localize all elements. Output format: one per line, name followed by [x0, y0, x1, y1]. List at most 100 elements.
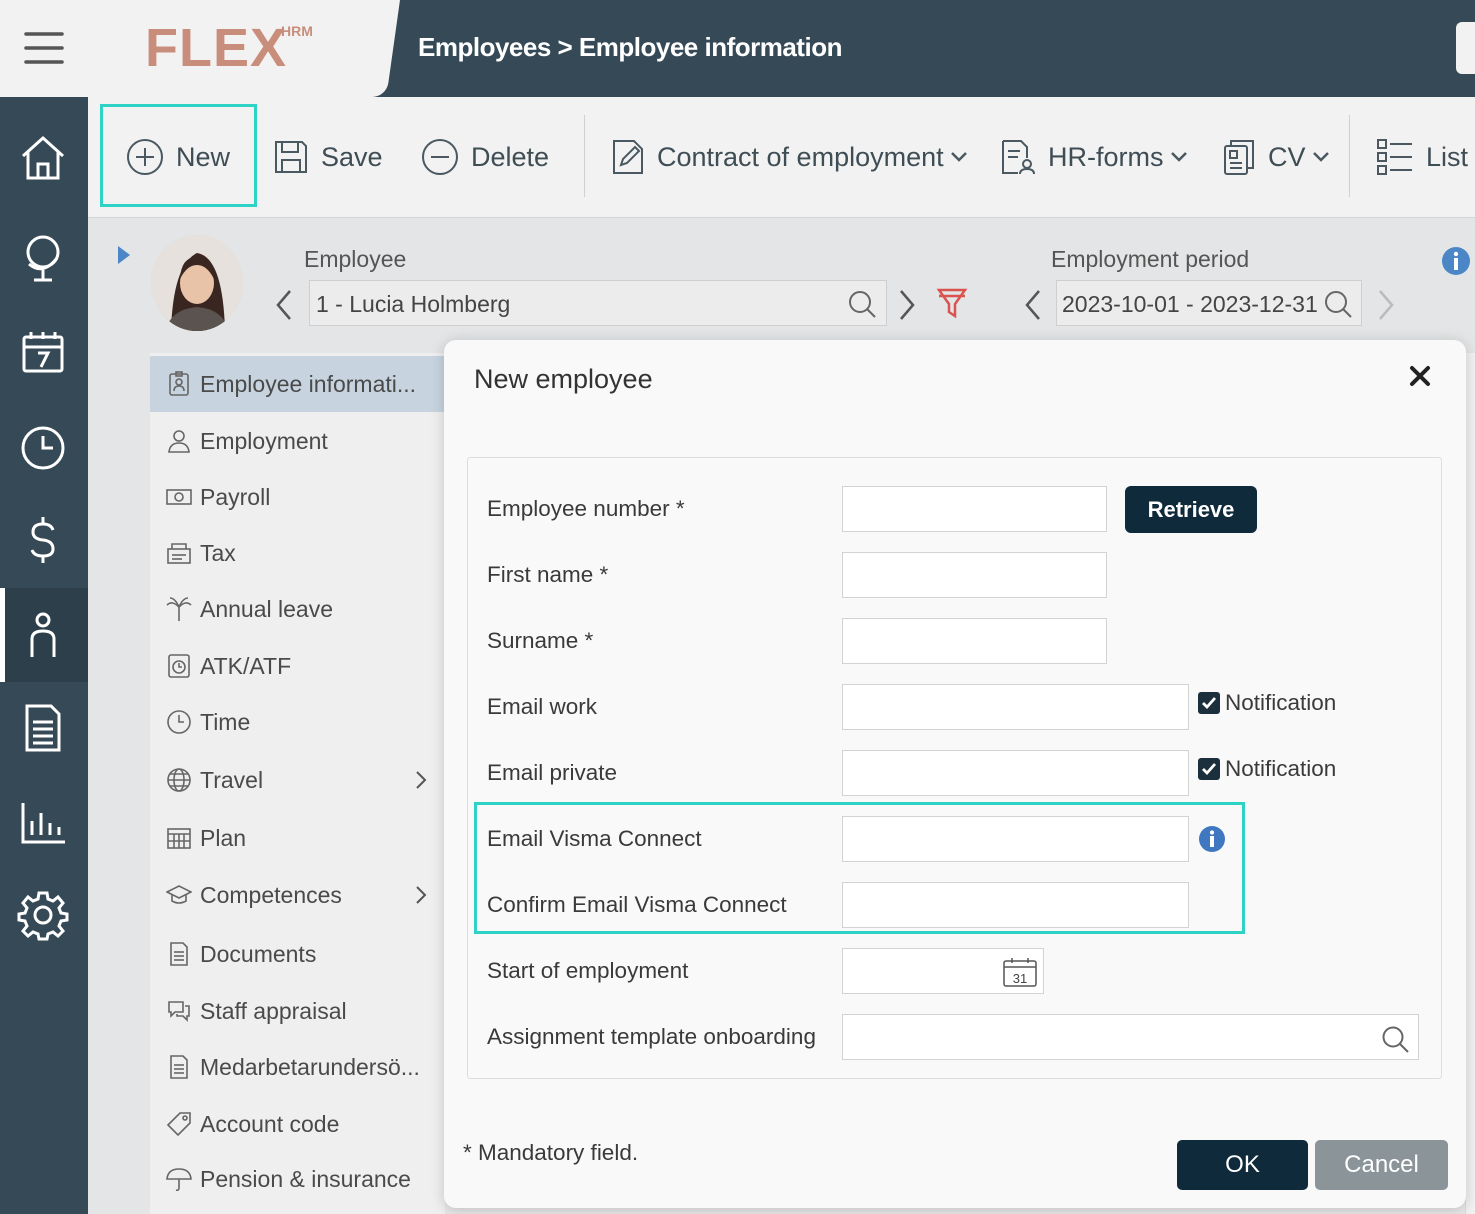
email-private-notification-checkbox[interactable]: Notification [1198, 756, 1336, 782]
next-period-icon[interactable] [1374, 288, 1398, 322]
nav-active-indicator [0, 588, 5, 682]
gear-icon[interactable] [15, 887, 71, 943]
email-work-input[interactable] [842, 684, 1189, 730]
submenu-item-atk-atf[interactable]: ATK/ATF [150, 638, 445, 694]
submenu-item-label: Tax [200, 539, 236, 566]
submenu-item-label: Staff appraisal [200, 997, 347, 1024]
breadcrumb: Employees > Employee information [418, 32, 842, 62]
submenu-item-employment[interactable]: Employment [150, 413, 445, 469]
submenu-item-documents[interactable]: Documents [150, 926, 445, 982]
submenu-item-account-code[interactable]: Account code [150, 1096, 445, 1152]
clock-calendar-icon [168, 654, 190, 678]
submenu-item-label: Account code [200, 1110, 340, 1137]
contract-of-employment-dropdown[interactable]: Contract of employment [611, 97, 980, 217]
globe-icon [167, 768, 191, 792]
surname-label: Surname * [487, 628, 594, 653]
submenu-item-staff-appraisal[interactable]: Staff appraisal [150, 983, 445, 1039]
cv-dropdown[interactable]: CV [1222, 97, 1342, 217]
next-employee-icon[interactable] [895, 288, 919, 322]
assignment-template-onboarding-label: Assignment template onboarding [487, 1024, 816, 1049]
email-private-label: Email private [487, 760, 618, 785]
ok-button[interactable]: OK [1177, 1140, 1308, 1190]
bar-chart-icon[interactable] [15, 795, 71, 851]
submenu-item-tax[interactable]: Tax [150, 525, 445, 581]
home-icon[interactable] [15, 130, 71, 186]
submenu-item-annual-leave[interactable]: Annual leave [150, 581, 445, 637]
info-icon[interactable] [1441, 246, 1471, 276]
clock-icon[interactable] [15, 420, 71, 476]
calendar-day: 31 [1013, 971, 1027, 986]
surname-input[interactable] [842, 618, 1107, 664]
cv-label: CV [1268, 141, 1306, 172]
submenu-item-competences[interactable]: Competences [150, 867, 445, 923]
start-of-employment-label: Start of employment [487, 958, 689, 983]
employee-person-icon[interactable] [15, 607, 71, 663]
hamburger-menu-icon[interactable] [24, 30, 64, 66]
submenu-item-label: Competences [200, 881, 342, 908]
submenu-item-label: Employment [200, 427, 328, 454]
save-label: Save [321, 141, 383, 172]
submenu-item-label: Medarbetarundersö... [200, 1053, 420, 1080]
submenu-item-label: Payroll [200, 483, 271, 510]
previous-employee-icon[interactable] [272, 288, 296, 322]
document-icon[interactable] [15, 700, 71, 756]
list-icon [1377, 139, 1412, 175]
first-name-input[interactable] [842, 552, 1107, 598]
submenu-item-travel[interactable]: Travel [150, 752, 445, 808]
email-work-notification-checkbox[interactable]: Notification [1198, 690, 1336, 716]
submenu-item-time[interactable]: Time [150, 694, 445, 750]
id-badge-icon [169, 371, 189, 396]
submenu-item-plan[interactable]: Plan [150, 810, 445, 866]
calendar-icon[interactable] [15, 325, 71, 381]
hr-forms-dropdown[interactable]: HR-forms [1000, 97, 1200, 217]
expand-caret-icon[interactable] [116, 245, 132, 265]
content-area-edge [1465, 353, 1475, 1214]
cancel-button[interactable]: Cancel [1315, 1140, 1448, 1190]
employment-period-label: Employment period [1051, 246, 1250, 272]
search-icon[interactable] [846, 288, 878, 320]
dollar-icon[interactable] [15, 512, 71, 568]
logo-area-slant [316, 0, 400, 97]
chevron-right-icon [416, 886, 427, 904]
floppy-disk-icon [275, 141, 307, 173]
chevron-down-icon [950, 152, 967, 162]
search-icon[interactable] [1380, 1024, 1410, 1054]
umbrella-icon [166, 1168, 192, 1192]
checkbox-checked-icon [1198, 692, 1220, 714]
employee-value: 1 - Lucia Holmberg [316, 291, 511, 317]
assignment-template-onboarding-input[interactable] [842, 1014, 1419, 1060]
employee-number-label: Employee number * [487, 496, 685, 521]
checkbox-checked-icon [1198, 758, 1220, 780]
list-button[interactable]: List [1376, 97, 1468, 217]
close-icon[interactable] [1408, 364, 1432, 388]
employee-number-input[interactable] [842, 486, 1107, 532]
flex-hrm-logo[interactable]: FLEX HRM [145, 16, 320, 76]
submenu-item-employee-information[interactable]: Employee informati... [150, 356, 445, 412]
document-icon [170, 942, 188, 966]
tax-icon [167, 543, 191, 564]
submenu-item-pension-insurance[interactable]: Pension & insurance [150, 1151, 445, 1207]
form-person-icon [1002, 140, 1035, 175]
submenu-item-medarbetarundersokning[interactable]: Medarbetarundersö... [150, 1039, 445, 1095]
avatar [151, 235, 243, 331]
submenu-item-payroll[interactable]: Payroll [150, 469, 445, 525]
toolbar-separator [1349, 115, 1350, 197]
filter-icon[interactable] [936, 286, 968, 320]
chevron-down-icon [1312, 152, 1329, 162]
calendar-grid-icon [167, 828, 191, 849]
globe-stand-icon[interactable] [15, 228, 71, 284]
retrieve-button[interactable]: Retrieve [1125, 486, 1257, 533]
previous-period-icon[interactable] [1021, 288, 1045, 322]
email-private-input[interactable] [842, 750, 1189, 796]
search-icon[interactable] [1322, 288, 1354, 320]
chevron-down-icon [1170, 152, 1187, 162]
contract-label: Contract of employment [657, 141, 944, 172]
save-button[interactable]: Save [273, 97, 383, 217]
cv-documents-icon [1224, 140, 1254, 175]
top-right-button[interactable] [1456, 22, 1475, 74]
submenu-item-label: Annual leave [200, 595, 333, 622]
delete-button[interactable]: Delete [421, 97, 549, 217]
submenu-item-label: Employee informati... [200, 370, 417, 397]
calendar-icon[interactable]: 31 [1003, 957, 1037, 987]
submenu-item-label: Pension & insurance [200, 1165, 411, 1192]
